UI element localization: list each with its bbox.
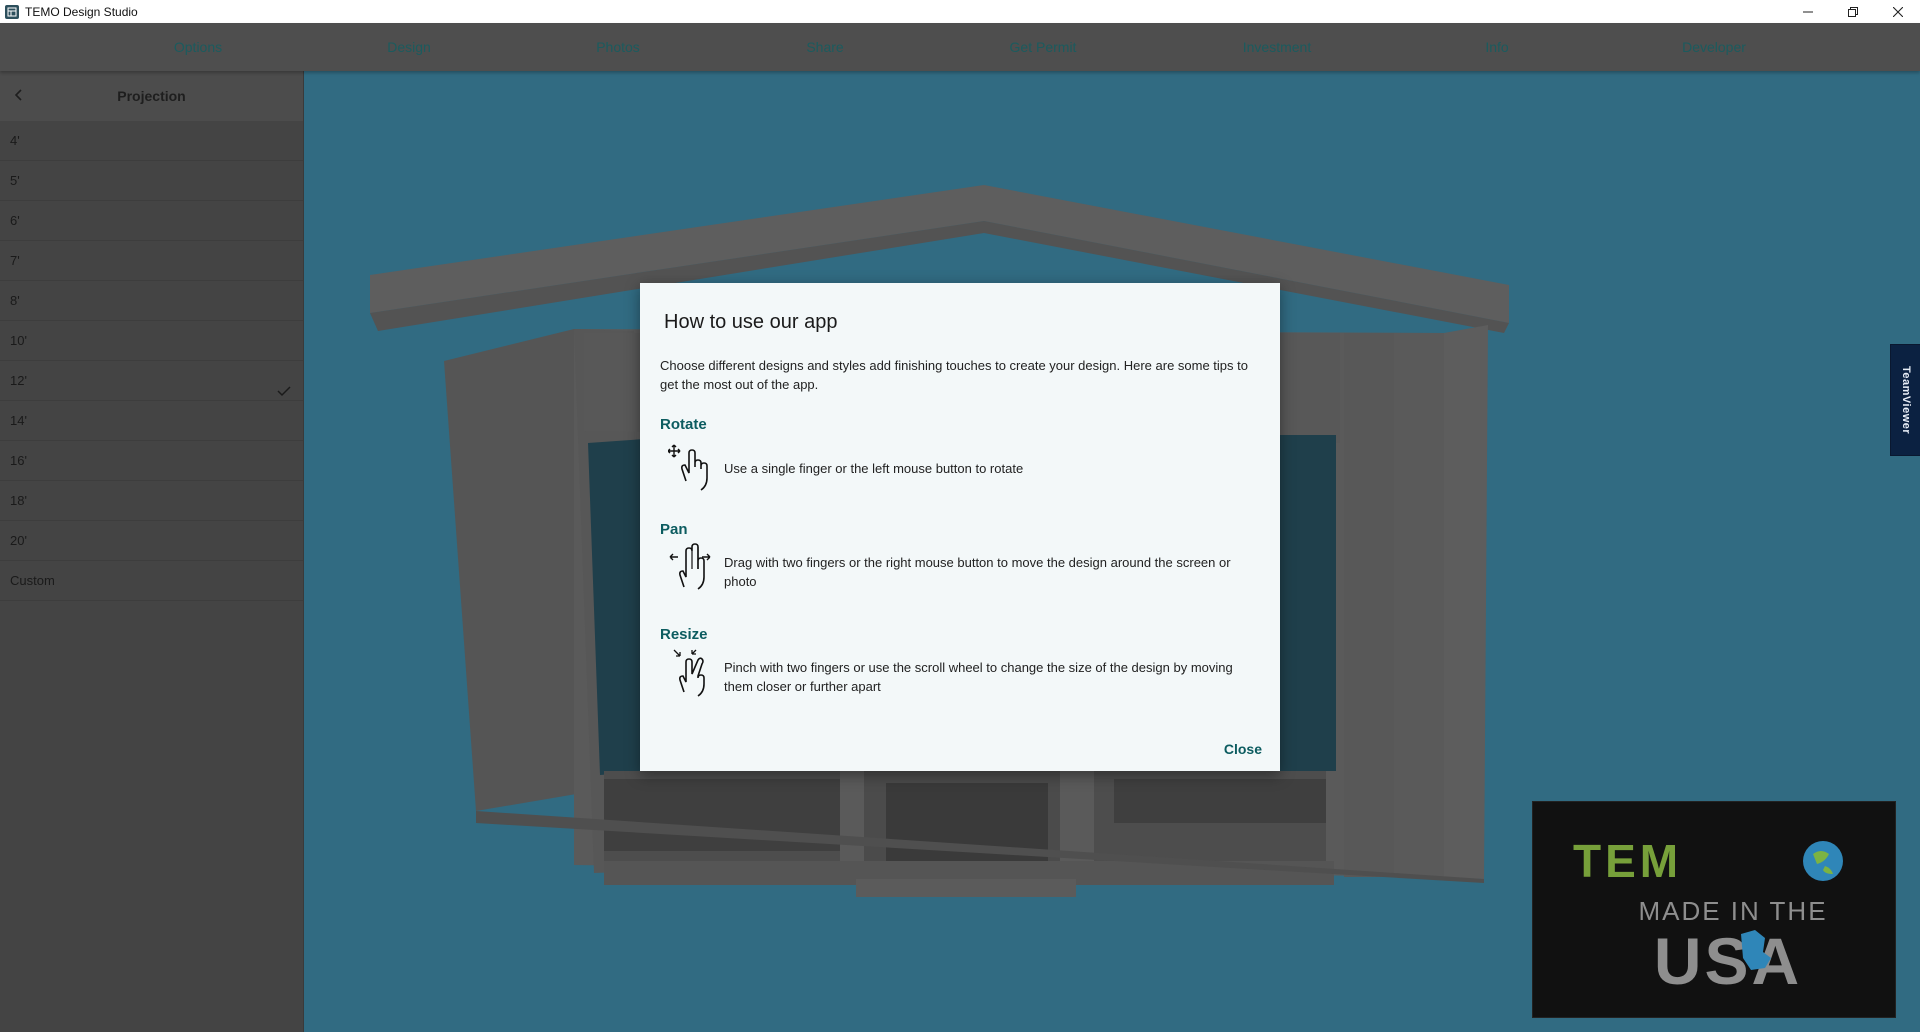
option-label: 18' bbox=[10, 493, 27, 508]
app-icon bbox=[5, 4, 19, 19]
option-label: 10' bbox=[10, 333, 27, 348]
option-label: 7' bbox=[10, 253, 20, 268]
option-label: 4' bbox=[10, 133, 20, 148]
projection-option-custom[interactable]: Custom bbox=[0, 561, 303, 601]
projection-option-8ft[interactable]: 8' bbox=[0, 281, 303, 321]
option-label: 16' bbox=[10, 453, 27, 468]
nav-get-permit[interactable]: Get Permit bbox=[1010, 23, 1077, 71]
projection-option-14ft[interactable]: 14' bbox=[0, 401, 303, 441]
temo-logo: TEM MADE IN THE USA bbox=[1532, 801, 1896, 1018]
restore-icon bbox=[1847, 6, 1858, 17]
svg-text:USA: USA bbox=[1654, 924, 1802, 998]
dialog-intro-text: Choose different designs and styles add … bbox=[660, 358, 1248, 392]
minimize-button[interactable] bbox=[1785, 0, 1830, 23]
close-icon bbox=[1892, 6, 1903, 17]
nav-photos[interactable]: Photos bbox=[596, 23, 640, 71]
title-bar: TEMO Design Studio bbox=[0, 0, 1920, 23]
option-label: 14' bbox=[10, 413, 27, 428]
nav-design[interactable]: Design bbox=[387, 23, 431, 71]
option-label: 8' bbox=[10, 293, 20, 308]
svg-text:MADE IN THE: MADE IN THE bbox=[1638, 896, 1827, 926]
tip-text-resize: Pinch with two fingers or use the scroll… bbox=[724, 660, 1233, 694]
minimize-icon bbox=[1802, 11, 1813, 12]
option-label: 20' bbox=[10, 533, 27, 548]
nav-developer[interactable]: Developer bbox=[1682, 23, 1746, 71]
option-label: 6' bbox=[10, 213, 20, 228]
projection-option-7ft[interactable]: 7' bbox=[0, 241, 303, 281]
projection-option-18ft[interactable]: 18' bbox=[0, 481, 303, 521]
projection-option-12ft[interactable]: 12' bbox=[0, 361, 303, 401]
svg-text:TEM: TEM bbox=[1573, 835, 1682, 887]
teamviewer-label: TeamViewer bbox=[1900, 365, 1912, 435]
dialog-title: How to use our app bbox=[664, 311, 838, 333]
sidebar-projection-panel: Projection 4' 5' 6' 7' 8' 10' 12' 14' 16… bbox=[0, 71, 304, 1032]
nav-investment[interactable]: Investment bbox=[1243, 23, 1311, 71]
tip-heading-pan: Pan bbox=[660, 521, 688, 538]
option-label: 12' bbox=[10, 373, 27, 388]
tip-text-pan: Drag with two fingers or the right mouse… bbox=[724, 555, 1231, 589]
tip-heading-rotate: Rotate bbox=[660, 416, 707, 433]
window-title: TEMO Design Studio bbox=[25, 4, 138, 19]
dialog-close-button[interactable]: Close bbox=[1224, 741, 1262, 757]
restore-button[interactable] bbox=[1830, 0, 1875, 23]
teamviewer-tab[interactable]: TeamViewer bbox=[1890, 344, 1920, 456]
rotate-hand-icon bbox=[667, 441, 712, 496]
tip-heading-resize: Resize bbox=[660, 626, 708, 643]
projection-option-10ft[interactable]: 10' bbox=[0, 321, 303, 361]
sidebar-header: Projection bbox=[0, 71, 303, 121]
projection-option-16ft[interactable]: 16' bbox=[0, 441, 303, 481]
pinch-hand-icon bbox=[668, 648, 712, 703]
top-navigation: Options Design Photos Share Get Permit I… bbox=[0, 23, 1920, 71]
projection-option-20ft[interactable]: 20' bbox=[0, 521, 303, 561]
nav-share[interactable]: Share bbox=[806, 23, 843, 71]
option-label: Custom bbox=[10, 573, 55, 588]
pan-hand-icon bbox=[668, 543, 712, 600]
temo-made-in-usa-logo: TEM MADE IN THE USA bbox=[1573, 835, 1843, 998]
tip-text-rotate: Use a single finger or the left mouse bu… bbox=[724, 461, 1024, 476]
projection-option-5ft[interactable]: 5' bbox=[0, 161, 303, 201]
sidebar-title: Projection bbox=[117, 88, 186, 104]
projection-option-6ft[interactable]: 6' bbox=[0, 201, 303, 241]
nav-options[interactable]: Options bbox=[174, 23, 222, 71]
projection-option-4ft[interactable]: 4' bbox=[0, 121, 303, 161]
option-label: 5' bbox=[10, 173, 20, 188]
how-to-use-dialog: How to use our app Choose different desi… bbox=[640, 283, 1280, 771]
close-window-button[interactable] bbox=[1875, 0, 1920, 23]
nav-info[interactable]: Info bbox=[1485, 23, 1508, 71]
